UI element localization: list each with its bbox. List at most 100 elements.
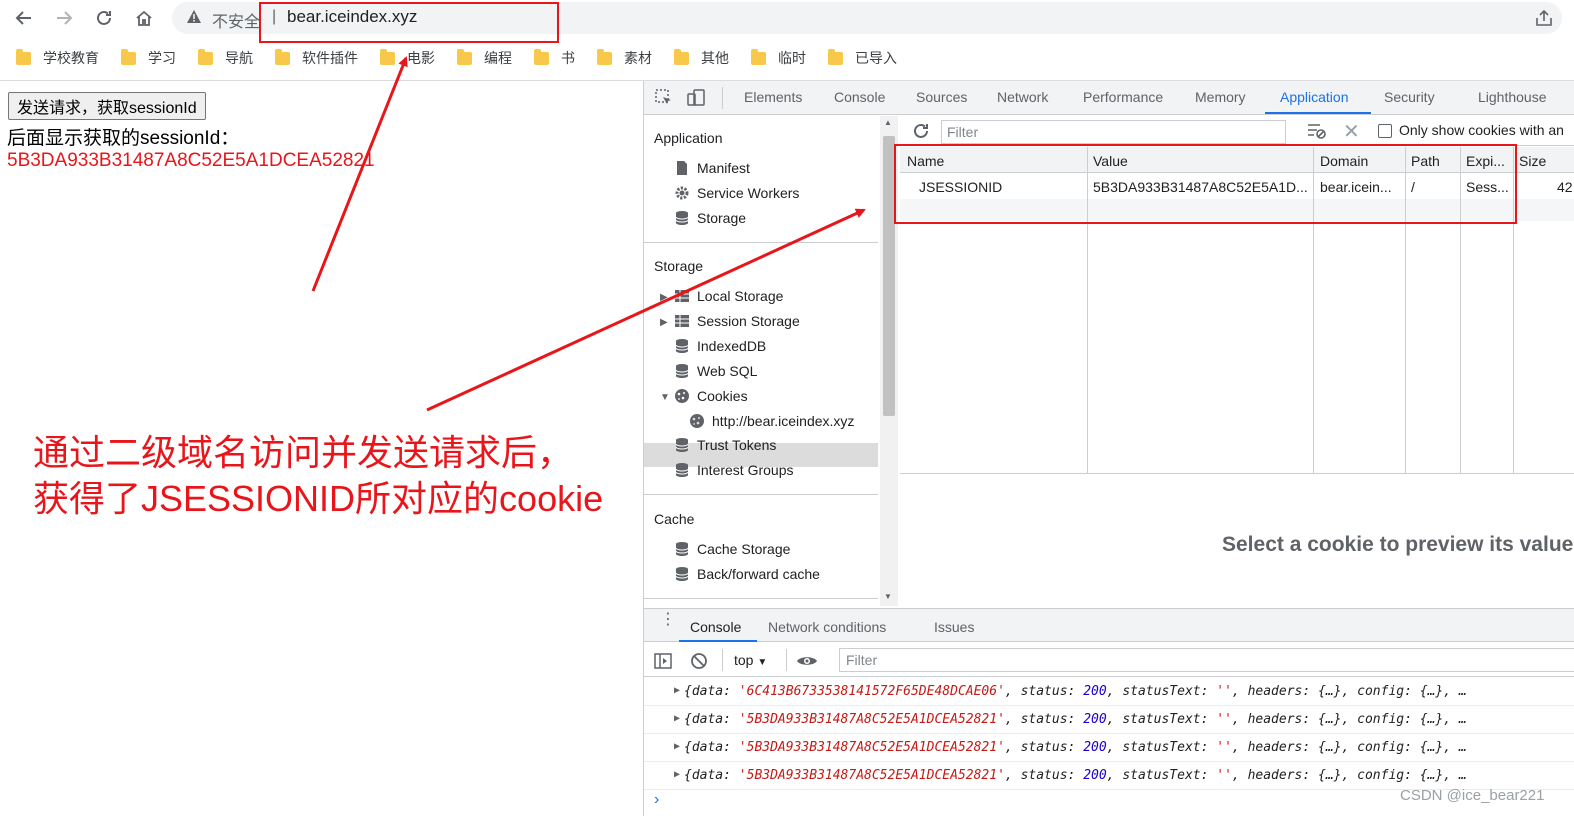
devtools-tab-bar: Elements Console Sources Network Perform… [644, 81, 1574, 115]
expand-triangle-icon[interactable]: ▶ [674, 741, 680, 752]
forward-arrow-icon [57, 11, 73, 25]
folder-icon [457, 48, 472, 65]
scroll-up-icon[interactable]: ▲ [884, 118, 892, 127]
watermark: CSDN @ice_bear221 [1400, 787, 1545, 804]
sidebar-item-web-sql[interactable]: Web SQL [674, 363, 757, 379]
bookmark-folder[interactable]: 书 [534, 48, 575, 68]
tab-performance[interactable]: Performance [1083, 89, 1163, 105]
url-text[interactable]: bear.iceindex.xyz [287, 7, 417, 27]
sidebar-item-session-storage[interactable]: Session Storage [674, 313, 800, 329]
tab-lighthouse[interactable]: Lighthouse [1478, 89, 1547, 105]
expand-triangle-icon[interactable]: ▶ [674, 713, 680, 724]
bookmark-folder[interactable]: 学习 [121, 48, 176, 68]
console-prompt-icon[interactable]: › [654, 791, 659, 809]
application-sidebar: Application Manifest Service Workers Sto… [644, 116, 878, 606]
sidebar-scroll-thumb[interactable] [883, 136, 895, 416]
table-bottom-border [900, 473, 1574, 474]
inspect-element-icon[interactable] [654, 88, 674, 108]
folder-icon [198, 48, 213, 65]
drawer-tab-issues[interactable]: Issues [934, 619, 974, 635]
bookmark-folder[interactable]: 导航 [198, 48, 253, 68]
drawer-tab-console[interactable]: Console [690, 619, 741, 635]
col-size[interactable]: Size [1519, 153, 1546, 169]
col-divider [1405, 147, 1406, 473]
bookmark-folder[interactable]: 学校教育 [16, 48, 99, 68]
scroll-down-icon[interactable]: ▼ [884, 592, 892, 601]
tab-sources[interactable]: Sources [916, 89, 967, 105]
browser-toolbar: 不安全 | bear.iceindex.xyz [0, 0, 1574, 36]
cookie-filter-input[interactable]: Filter [941, 120, 1286, 144]
refresh-icon[interactable] [912, 122, 930, 140]
back-button[interactable] [10, 4, 38, 32]
expand-triangle-icon[interactable]: ▶ [660, 317, 668, 328]
reload-button[interactable] [90, 4, 118, 32]
cookie-filter-bar: Filter ✕ Only show cookies with an [900, 116, 1574, 146]
bookmark-folder[interactable]: 其他 [674, 48, 729, 68]
eye-icon[interactable] [796, 652, 818, 670]
device-toggle-icon[interactable] [686, 88, 706, 108]
console-log-entry[interactable]: ▶ {data: '5B3DA933B31487A8C52E5A1DCEA528… [644, 734, 1574, 762]
cell-domain: bear.icein... [1320, 179, 1392, 195]
insecure-label[interactable]: 不安全 [212, 8, 260, 32]
active-tab-indicator [1265, 112, 1371, 114]
console-filter-input[interactable]: Filter [839, 648, 1574, 672]
col-name[interactable]: Name [907, 153, 944, 169]
drawer-tab-network-conditions[interactable]: Network conditions [768, 619, 886, 635]
sidebar-item-cookies[interactable]: Cookies [674, 388, 748, 404]
drawer-active-indicator [679, 640, 757, 642]
clear-console-icon[interactable] [690, 652, 708, 670]
console-log-entry[interactable]: ▶ {data: '5B3DA933B31487A8C52E5A1DCEA528… [644, 706, 1574, 734]
col-path[interactable]: Path [1411, 153, 1440, 169]
sidebar-toggle-icon[interactable] [654, 652, 672, 670]
bookmark-folder[interactable]: 已导入 [828, 48, 897, 68]
bookmark-folder[interactable]: 电影 [380, 48, 435, 68]
sidebar-item-back-forward-cache[interactable]: Back/forward cache [674, 566, 820, 582]
tab-application[interactable]: Application [1280, 89, 1349, 105]
only-show-issues-checkbox[interactable] [1378, 124, 1392, 138]
col-value[interactable]: Value [1093, 153, 1128, 169]
tab-console[interactable]: Console [834, 89, 885, 105]
bookmark-folder[interactable]: 编程 [457, 48, 512, 68]
expand-triangle-icon[interactable]: ▶ [674, 769, 680, 780]
sidebar-item-cookie-origin[interactable]: http://bear.iceindex.xyz [689, 413, 854, 429]
bookmark-folder[interactable]: 临时 [751, 48, 806, 68]
collapse-triangle-icon[interactable]: ▼ [660, 392, 670, 403]
tab-network[interactable]: Network [997, 89, 1048, 105]
bookmark-folder[interactable]: 素材 [597, 48, 652, 68]
console-log-entry[interactable]: ▶ {data: '5B3DA933B31487A8C52E5A1DCEA528… [644, 762, 1574, 790]
bookmark-folder[interactable]: 软件插件 [275, 48, 358, 68]
drawer-menu-icon[interactable]: ⋮ [660, 612, 676, 628]
folder-icon [597, 48, 612, 65]
console-log-entry[interactable]: ▶ {data: '6C413B6733538141572F65DE48DCAE… [644, 678, 1574, 706]
forward-button[interactable] [50, 4, 78, 32]
sidebar-item-local-storage[interactable]: Local Storage [674, 288, 783, 304]
home-button[interactable] [130, 4, 158, 32]
expand-triangle-icon[interactable]: ▶ [660, 292, 668, 303]
tab-security[interactable]: Security [1384, 89, 1435, 105]
sidebar-item-indexeddb[interactable]: IndexedDB [674, 338, 766, 354]
session-id-value: 5B3DA933B31487A8C52E5A1DCEA52821 [7, 150, 375, 171]
expand-triangle-icon[interactable]: ▶ [674, 685, 680, 696]
col-domain[interactable]: Domain [1320, 153, 1368, 169]
screenshot-root: 不安全 | bear.iceindex.xyz 学校教育 学习 导航 软件插件 … [0, 0, 1574, 816]
sidebar-item-interest-groups[interactable]: Interest Groups [674, 462, 794, 478]
col-divider [1460, 147, 1461, 473]
col-expires[interactable]: Expi... [1466, 153, 1505, 169]
context-selector[interactable]: top ▼ [734, 652, 767, 668]
sidebar-item-trust-tokens[interactable]: Trust Tokens [674, 437, 776, 453]
sidebar-item-cache-storage[interactable]: Cache Storage [674, 541, 790, 557]
reload-icon [97, 10, 111, 25]
share-icon[interactable] [1534, 8, 1554, 28]
get-session-button[interactable]: 发送请求，获取sessionId [8, 92, 206, 120]
drawer-tab-bar: ⋮ Console Network conditions Issues [644, 608, 1574, 642]
delete-cookie-icon[interactable]: ✕ [1343, 119, 1360, 144]
clear-filtered-icon[interactable] [1307, 122, 1327, 140]
tab-memory[interactable]: Memory [1195, 89, 1246, 105]
table-row[interactable]: JSESSIONID 5B3DA933B31487A8C52E5A1D... b… [900, 173, 1574, 199]
tab-elements[interactable]: Elements [744, 89, 802, 105]
sidebar-item-service-workers[interactable]: Service Workers [674, 185, 799, 201]
database-icon [675, 542, 689, 556]
warning-icon[interactable] [186, 9, 202, 25]
sidebar-item-storage[interactable]: Storage [674, 210, 746, 226]
sidebar-item-manifest[interactable]: Manifest [674, 160, 750, 176]
